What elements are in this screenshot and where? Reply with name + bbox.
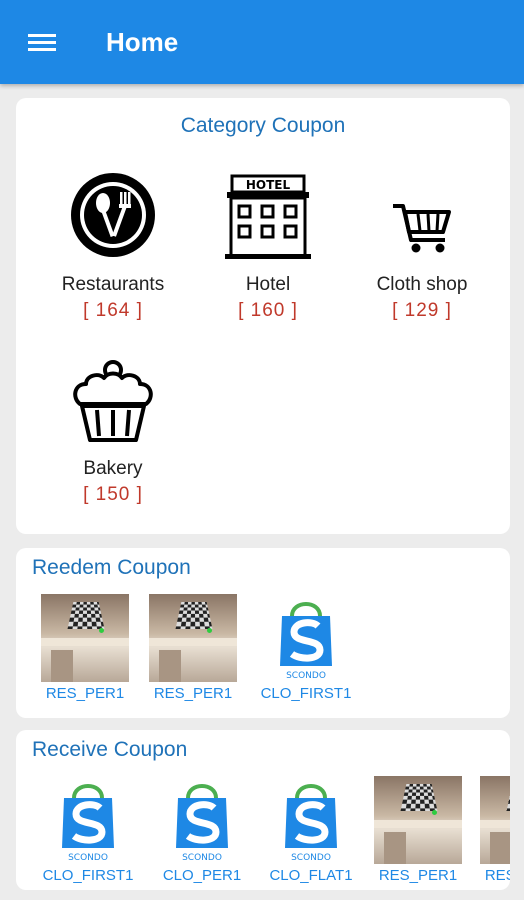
svg-text:SCONDO: SCONDO [182, 853, 222, 862]
receive-coupon-card: Receive Coupon SCONDO CLO_FIRST1 SCONDO … [16, 730, 510, 890]
coupon-item[interactable]: SCONDO CLO_FIRST1 [254, 594, 358, 702]
redeem-coupon-card: Reedem Coupon RES_PER1 RES_PER1 SCONDO C… [16, 548, 510, 718]
category-count: [ 164 ] [83, 300, 143, 321]
category-coupon-card: Category Coupon Restaurants [ 164 ] HOTE… [16, 98, 510, 534]
shopping-cart-icon [393, 204, 451, 253]
category-title: Category Coupon [180, 114, 346, 137]
coupon-code: CLO_PER1 [162, 867, 242, 884]
app-bar: Home [0, 0, 524, 84]
receive-title: Receive Coupon [32, 738, 188, 761]
coupon-photo [374, 776, 462, 864]
coupon-photo [149, 594, 237, 682]
svg-text:SCONDO: SCONDO [68, 853, 108, 862]
category-label: Restaurants [61, 274, 165, 295]
scondo-bag-icon: SCONDO [262, 594, 350, 682]
coupon-photo [480, 776, 510, 864]
svg-text:HOTEL: HOTEL [246, 178, 291, 192]
category-restaurants[interactable]: Restaurants [ 164 ] [33, 168, 193, 322]
menu-button[interactable] [14, 14, 70, 70]
svg-text:SCONDO: SCONDO [286, 671, 326, 680]
coupon-code: CLO_FLAT1 [269, 867, 353, 884]
coupon-item[interactable]: RES_PER1 [366, 776, 470, 884]
coupon-code: RES_PER1 [484, 867, 510, 884]
category-label: Cloth shop [376, 274, 468, 295]
category-label: Hotel [245, 274, 291, 295]
cupcake-icon [73, 360, 153, 442]
coupon-code: RES_PER1 [378, 867, 458, 884]
svg-text:SCONDO: SCONDO [291, 853, 331, 862]
category-bakery[interactable]: Bakery [ 150 ] [33, 352, 193, 506]
hamburger-icon [28, 30, 56, 55]
coupon-item[interactable]: SCONDO CLO_FIRST1 [36, 776, 140, 884]
hotel-icon: HOTEL [225, 174, 311, 259]
category-cloth-shop[interactable]: Cloth shop [ 129 ] [342, 168, 502, 322]
coupon-item[interactable]: SCONDO CLO_FLAT1 [259, 776, 363, 884]
category-count: [ 160 ] [238, 300, 298, 321]
scondo-bag-icon: SCONDO [267, 776, 355, 864]
coupon-item[interactable]: RES_PER1 [141, 594, 245, 702]
restaurant-icon [71, 173, 155, 257]
coupon-photo [41, 594, 129, 682]
category-count: [ 129 ] [392, 300, 452, 321]
coupon-item[interactable]: RES_PER1 [472, 776, 510, 884]
coupon-code: RES_PER1 [153, 685, 233, 702]
coupon-code: RES_PER1 [45, 685, 125, 702]
coupon-code: CLO_FIRST1 [42, 867, 134, 884]
coupon-item[interactable]: SCONDO CLO_PER1 [150, 776, 254, 884]
coupon-code: CLO_FIRST1 [260, 685, 352, 702]
category-hotel[interactable]: HOTEL Hotel [ 160 ] [188, 168, 348, 322]
category-count: [ 150 ] [83, 484, 143, 505]
redeem-title: Reedem Coupon [32, 556, 191, 579]
page-title: Home [106, 26, 179, 57]
category-label: Bakery [83, 458, 143, 479]
coupon-item[interactable]: RES_PER1 [33, 594, 137, 702]
scondo-bag-icon: SCONDO [44, 776, 132, 864]
scondo-bag-icon: SCONDO [158, 776, 246, 864]
